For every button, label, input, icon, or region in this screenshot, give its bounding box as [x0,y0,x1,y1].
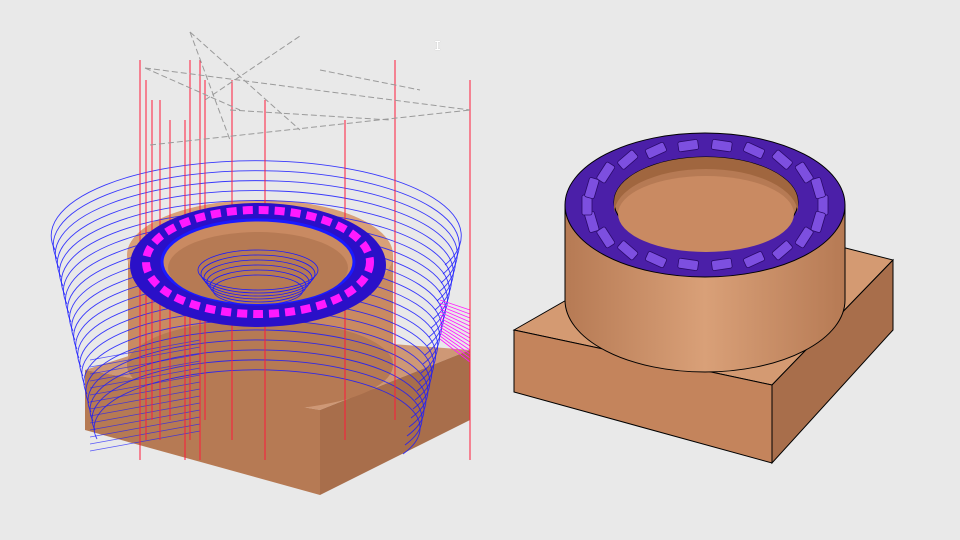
rapid-move [149,109,471,146]
part-inner-bore [613,156,799,252]
finished-part-view[interactable] [480,0,960,540]
rapid-move [204,35,301,101]
rapid-move [189,31,231,141]
graphics-viewport[interactable]: I [0,0,960,540]
rapid-move [229,109,391,121]
rapid-move [319,69,421,91]
toolpath-view[interactable] [0,0,480,540]
rapid-move [144,67,471,111]
rapid-moves [144,31,471,146]
text-cursor-icon: I [434,39,442,53]
